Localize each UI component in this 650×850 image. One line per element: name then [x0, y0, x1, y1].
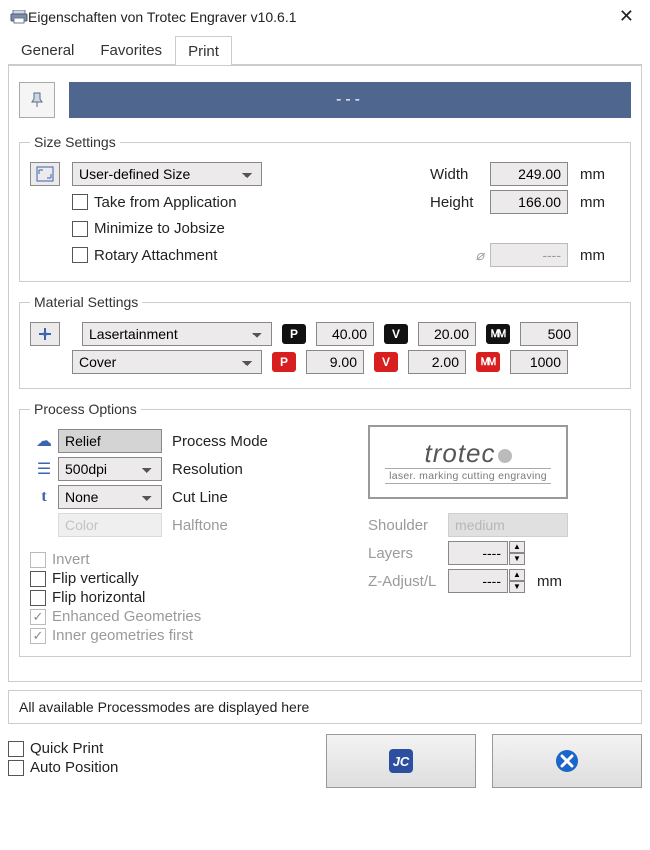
power1-input[interactable]	[316, 322, 374, 346]
print-panel: --- Size Settings User-defined Size Widt…	[8, 65, 642, 682]
width-label: Width	[430, 166, 490, 183]
jc-icon: JC	[387, 747, 415, 775]
diameter-input	[490, 243, 568, 267]
zadjust-stepper[interactable]: ▲▼	[448, 569, 525, 593]
quick-print-checkbox[interactable]: Quick Print	[8, 740, 310, 757]
size-legend: Size Settings	[30, 134, 120, 150]
flip-vertical-checkbox[interactable]: Flip vertically	[30, 570, 360, 587]
auto-position-checkbox[interactable]: Auto Position	[8, 759, 310, 776]
velocity-icon-red: V	[374, 352, 398, 372]
material-db-button[interactable]	[30, 322, 60, 346]
process-mode-label: Process Mode	[172, 433, 268, 450]
tab-general[interactable]: General	[8, 35, 87, 64]
cancel-button[interactable]	[492, 734, 642, 788]
hz-icon: ᎷᎷ	[486, 324, 510, 344]
height-unit: mm	[580, 194, 620, 211]
pin-button[interactable]	[19, 82, 55, 118]
svg-text:JC: JC	[393, 754, 410, 769]
power2-input[interactable]	[306, 350, 364, 374]
diameter-icon: ⌀	[476, 247, 484, 264]
width-unit: mm	[580, 166, 620, 183]
t-icon: t	[30, 488, 58, 506]
titlebar: Eigenschaften von Trotec Engraver v10.6.…	[0, 0, 650, 35]
tabstrip: General Favorites Print	[8, 35, 642, 65]
inner-geometries-checkbox: Inner geometries first	[30, 627, 360, 644]
tab-favorites[interactable]: Favorites	[87, 35, 175, 64]
diameter-unit: mm	[580, 247, 620, 264]
size-mode-select[interactable]: User-defined Size	[72, 162, 262, 186]
velocity2-input[interactable]	[408, 350, 466, 374]
layers-input[interactable]	[448, 541, 508, 565]
cloud-icon: ☁	[30, 431, 58, 451]
zadjust-input[interactable]	[448, 569, 508, 593]
zadjust-up[interactable]: ▲	[509, 569, 525, 581]
preset-banner[interactable]: ---	[69, 82, 631, 118]
layers-stepper[interactable]: ▲▼	[448, 541, 525, 565]
cutline-label: Cut Line	[172, 489, 228, 506]
material-db-icon	[37, 326, 53, 342]
take-from-app-checkbox[interactable]: Take from Application	[72, 194, 237, 211]
hint-panel: All available Processmodes are displayed…	[8, 690, 642, 724]
power-icon: P	[282, 324, 306, 344]
window-title: Eigenschaften von Trotec Engraver v10.6.…	[28, 9, 613, 25]
flip-horizontal-checkbox[interactable]: Flip horizontal	[30, 589, 360, 606]
fit-icon	[36, 166, 54, 182]
velocity1-input[interactable]	[418, 322, 476, 346]
close-icon[interactable]: ✕	[613, 6, 640, 27]
size-fit-button[interactable]	[30, 162, 60, 186]
material-group-select[interactable]: Lasertainment	[82, 322, 272, 346]
width-input[interactable]	[490, 162, 568, 186]
layers-up[interactable]: ▲	[509, 541, 525, 553]
resolution-select[interactable]: 500dpi	[58, 457, 162, 481]
shoulder-label: Shoulder	[368, 517, 448, 534]
height-label: Height	[430, 194, 490, 211]
resolution-label: Resolution	[172, 461, 243, 478]
shoulder-select: medium	[448, 513, 568, 537]
cutline-select[interactable]: None	[58, 485, 162, 509]
tab-print[interactable]: Print	[175, 36, 232, 65]
trotec-logo: trotec laser. marking cutting engraving	[368, 425, 568, 499]
pin-icon	[29, 92, 45, 108]
process-mode-select[interactable]: Relief	[58, 429, 162, 453]
height-input[interactable]	[490, 190, 568, 214]
cancel-icon	[553, 747, 581, 775]
zadjust-down[interactable]: ▼	[509, 581, 525, 593]
material-preset-select[interactable]: Cover	[72, 350, 262, 374]
layers-label: Layers	[368, 545, 448, 562]
printer-icon	[10, 10, 28, 24]
zadjust-unit: mm	[537, 573, 577, 590]
hz2-input[interactable]	[510, 350, 568, 374]
material-settings: Material Settings Lasertainment P V ᎷᎷ C…	[19, 294, 631, 389]
enhanced-geometries-checkbox: Enhanced Geometries	[30, 608, 360, 625]
halftone-label: Halftone	[172, 517, 228, 534]
hz-icon-red: ᎷᎷ	[476, 352, 500, 372]
processmode-hint: All available Processmodes are displayed…	[19, 699, 309, 715]
process-options: Process Options ☁ Relief Process Mode ☰ …	[19, 401, 631, 657]
lines-icon: ☰	[30, 459, 58, 479]
minimize-jobsize-checkbox[interactable]: Minimize to Jobsize	[72, 220, 225, 237]
ok-button[interactable]: JC	[326, 734, 476, 788]
invert-checkbox: Invert	[30, 551, 360, 568]
rotary-checkbox[interactable]: Rotary Attachment	[72, 247, 217, 264]
zadjust-label: Z-Adjust/L	[368, 573, 448, 590]
hz1-input[interactable]	[520, 322, 578, 346]
size-settings: Size Settings User-defined Size Width mm…	[19, 134, 631, 282]
power-icon-red: P	[272, 352, 296, 372]
material-legend: Material Settings	[30, 294, 142, 310]
halftone-select: Color	[58, 513, 162, 537]
velocity-icon: V	[384, 324, 408, 344]
layers-down[interactable]: ▼	[509, 553, 525, 565]
process-legend: Process Options	[30, 401, 141, 417]
